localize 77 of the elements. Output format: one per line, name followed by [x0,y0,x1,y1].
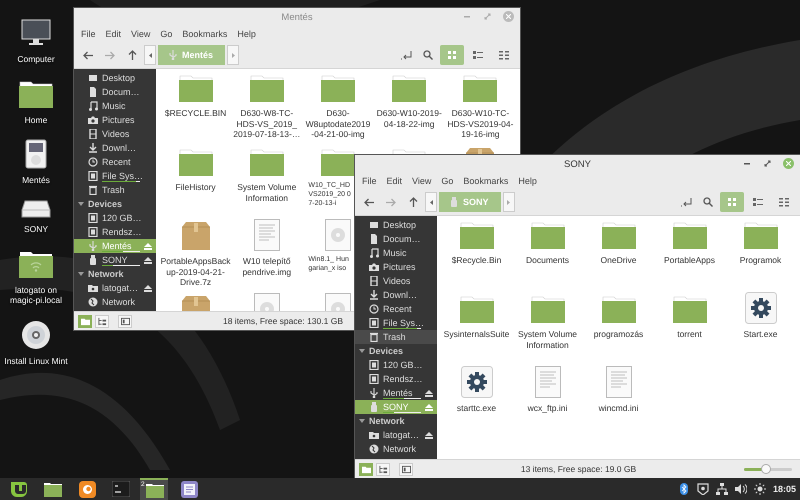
sidebar-item[interactable]: 120 GB… [355,358,437,372]
sidebar-item[interactable]: Network [74,295,156,309]
sidebar-item[interactable]: Videos [355,274,437,288]
menu-item[interactable]: Edit [382,176,408,186]
file-name[interactable]: Start.exe [726,329,796,340]
sidebar-item[interactable]: Downl… [355,288,437,302]
desktop-icon-label[interactable]: Home [24,114,48,126]
file-name[interactable]: programozás [584,329,654,340]
sidebar-item[interactable]: SONY [74,253,156,267]
menu-item[interactable]: Help [513,176,542,186]
window-title: SONY [563,158,592,170]
sidebar-item[interactable]: Videos [74,127,156,141]
file-name[interactable]: W10 telepítő pendrive.img [232,256,302,278]
status-text: 18 items, Free space: 130.1 GB [222,316,343,326]
desktop-icon-label[interactable]: SONY [24,224,48,234]
sidebar-item[interactable]: File Sys… [355,316,437,330]
sidebar-item[interactable]: Recent [74,155,156,169]
file-name[interactable]: D630-W10-2019-04-18-22-img [374,108,444,130]
file-name[interactable]: Documents [512,255,582,266]
desktop-icon-label[interactable]: Install Linux Mint [4,356,68,366]
menu-item[interactable]: Bookmarks [458,176,514,186]
file-name[interactable]: wincmd.ini [584,403,654,414]
sidebar-item[interactable]: Network [355,442,437,456]
sidebar-item[interactable]: Desktop [74,71,156,85]
sidebar-header[interactable]: Network [74,267,156,281]
sidebar-item[interactable]: Recent [355,302,437,316]
file-name[interactable]: System Volume Information [512,329,582,350]
file-name[interactable]: $RECYCLE.BIN [160,108,231,119]
sidebar-item[interactable]: File Sys… [74,169,156,183]
sidebar-item[interactable]: Desktop [355,218,437,232]
menu-item[interactable]: Help [232,29,261,39]
sidebar-item[interactable]: Rendsz… [74,225,156,239]
sidebar-item[interactable]: Docum… [74,85,156,99]
file-name[interactable]: Programok [726,255,796,266]
menu-item[interactable]: File [357,176,382,186]
sidebar-item[interactable]: Trash [355,330,437,344]
menu-item[interactable]: View [407,176,436,186]
file-name[interactable]: System Volume Information [232,182,302,204]
sidebar-item[interactable]: Trash [74,183,156,197]
sidebar-item[interactable]: Mentés [355,386,437,400]
sidebar-item[interactable]: Rendsz… [355,372,437,386]
file-name[interactable]: PortableApps [654,255,724,266]
sidebar-header[interactable]: Devices [355,344,437,358]
menu-item[interactable]: Go [155,29,178,39]
file-name[interactable]: $Recycle.Bin [442,255,512,266]
menu-item[interactable]: Go [436,176,458,186]
file-name[interactable]: SysinternalsSuite [442,329,512,340]
menu-item[interactable]: Edit [100,29,126,39]
sidebar-item[interactable]: Pictures [74,113,156,127]
sidebar-item[interactable]: Music [355,246,437,260]
file-name[interactable]: torrent [654,329,724,340]
menu-item[interactable]: View [126,29,156,39]
menu-item[interactable]: File [76,29,101,39]
window-title: Mentés [280,12,314,22]
sidebar-item[interactable]: Downl… [74,141,156,155]
file-name[interactable]: OneDrive [584,255,654,266]
file-name[interactable]: D630-W8-TC-HDS-VS_2019_ 2019-07-18-13-… [232,108,302,140]
desktop-icon-label[interactable]: Mentés [22,175,50,186]
file-name[interactable]: D630-W8uptodate2019 -04-21-00-img [302,108,373,140]
sidebar-item[interactable]: Docum… [355,232,437,246]
sidebar-item[interactable]: 120 GB… [74,211,156,225]
file-name[interactable]: starttc.exe [442,403,512,414]
sidebar-item[interactable]: Pictures [355,260,437,274]
desktop-icon-label[interactable]: Computer [17,54,55,65]
sidebar-item[interactable]: latogat… [355,428,437,442]
desktop-icon-label[interactable]: latogato on magic-pi.local [3,284,69,306]
menu-item[interactable]: Bookmarks [177,29,232,39]
sidebar-item[interactable]: latogat… [74,281,156,295]
sidebar-item[interactable]: Music [74,99,156,113]
sidebar-header[interactable]: Network [355,414,437,428]
clock[interactable]: 18:05 [772,484,796,494]
file-name[interactable]: D630-W10-TC-HDS-VS2019-04-19-16-img [445,108,516,140]
file-name[interactable]: wcx_ftp.ini [512,403,582,414]
sidebar-header[interactable]: Devices [74,197,156,211]
status-text: 13 items, Free space: 19.0 GB [520,464,638,474]
file-name[interactable]: PortableAppsBackup-2019-04-21-Drive.7z [160,256,231,288]
file-name[interactable]: FileHistory [160,182,231,193]
